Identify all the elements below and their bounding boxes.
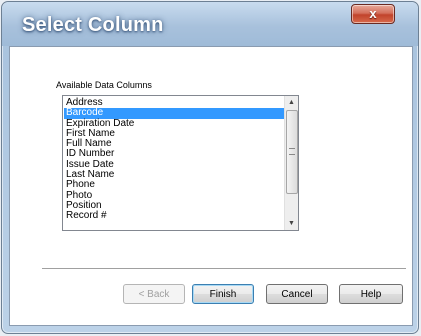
scroll-thumb[interactable]	[286, 110, 298, 194]
available-columns-list[interactable]: Address Barcode Expiration Date First Name F…	[62, 95, 299, 231]
grip-icon	[289, 148, 295, 155]
scroll-up-icon[interactable]: ▲	[285, 96, 298, 109]
scroll-down-icon[interactable]: ▼	[285, 217, 298, 230]
close-button[interactable]: x	[351, 4, 395, 24]
list-item[interactable]: Record #	[64, 211, 284, 221]
close-icon: x	[369, 6, 377, 21]
title-bar[interactable]: Select Column x	[2, 2, 418, 46]
dialog-title: Select Column	[22, 14, 164, 36]
separator	[42, 268, 406, 270]
cancel-button[interactable]: Cancel	[266, 284, 328, 304]
vertical-scrollbar[interactable]: ▲ ▼	[284, 96, 298, 230]
list-items: Address Barcode Expiration Date First Name F…	[64, 97, 284, 222]
help-button[interactable]: Help	[339, 284, 403, 304]
back-button[interactable]: < Back	[123, 284, 185, 304]
finish-button[interactable]: Finish	[192, 284, 254, 304]
list-item[interactable]: Phone	[64, 180, 284, 190]
available-columns-label: Available Data Columns	[56, 80, 152, 90]
list-item[interactable]: Last Name	[64, 169, 284, 180]
